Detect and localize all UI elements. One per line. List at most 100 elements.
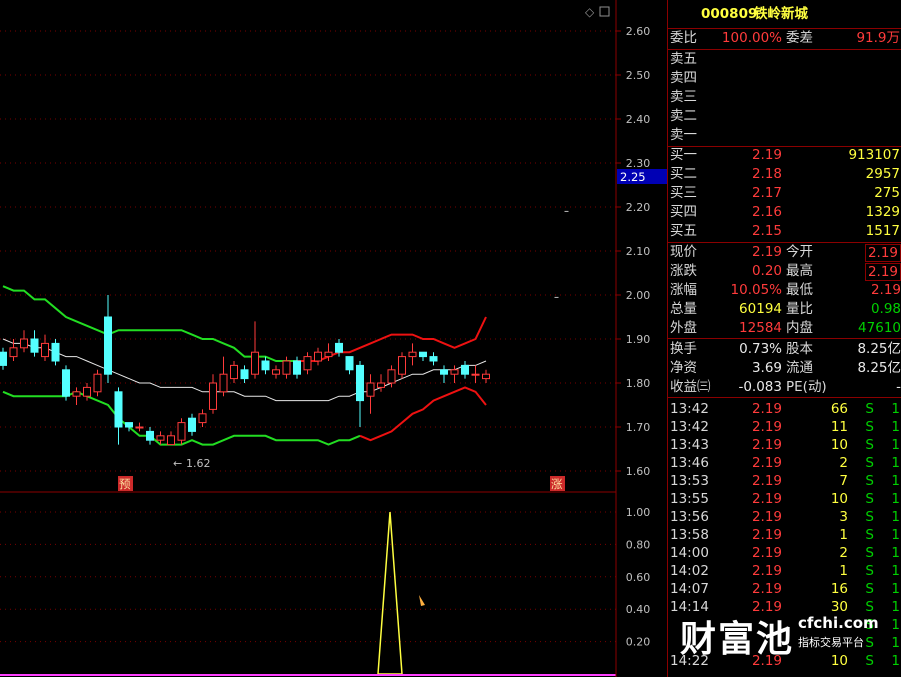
candle-up [282,360,291,375]
candle-down [419,351,427,358]
ask-row: 卖二 [668,107,901,126]
tick-row[interactable]: 14:00 2.19 2 S 1 [668,544,901,563]
price-chart[interactable]: 2.60 2.50 2.40 2.30 2.20 2.10 2.00 1.90 1.80 1.70… [0,0,667,677]
cursor-hand-icon [419,595,425,606]
tick-count: 1 [891,401,900,417]
indicator-tick-label: 1.00 [626,506,651,519]
stock-name: 铁岭新城 [754,6,808,22]
tick-row[interactable]: 13:42 2.19 11 S 1 [668,418,901,437]
candle-up [272,369,280,375]
quote-label: 现价 [670,244,697,260]
tick-time: 14:07 [670,581,709,597]
candle-up [20,338,28,349]
bid-row: 买四 2.16 1329 [668,203,901,222]
tick-price: 2.19 [751,419,782,435]
bid-label: 买五 [670,223,697,239]
candle-down [125,422,133,428]
window-toggle-icon[interactable] [599,6,610,17]
tick-row[interactable]: 14:07 2.19 16 S 1 [668,580,901,599]
quote-value-2: 0.98 [870,301,901,317]
tick-count: 1 [891,581,900,597]
tick-price: 2.19 [751,563,782,579]
tick-volume: 10 [830,437,848,453]
quote-label: 涨跌 [670,263,697,279]
candle-up [41,342,49,358]
tick-price: 2.19 [751,437,782,453]
quote-value-2: 47610 [858,320,901,336]
quote-row: 涨幅 10.05% 最低 2.19 [668,281,901,300]
quote-value-2: 8.25亿 [857,341,901,357]
candle-up [251,351,259,375]
price-tick-label: 2.60 [626,25,651,38]
tick-count: 1 [891,455,900,471]
price-axis: 2.60 2.50 2.40 2.30 2.20 2.10 2.00 1.90 1.80 1.70… [616,25,650,649]
bid-price: 2.19 [751,147,782,163]
quote-label-2: 量比 [786,301,813,317]
tick-row[interactable]: 13:58 2.19 1 S 1 [668,526,901,545]
order-ratio-label: 委比 [670,30,697,46]
quote-row: 涨跌 0.20 最高 2.19 [668,262,901,281]
ask-label: 卖四 [670,70,697,86]
tick-row[interactable]: 13:55 2.19 10 S 1 [668,490,901,509]
bid-price: 2.16 [751,204,782,220]
tick-side: S [865,545,874,561]
candle-up [377,382,385,388]
tick-count: 1 [891,419,900,435]
candle-down [62,369,70,397]
tick-side: S [865,419,874,435]
price-tick-label: 2.50 [626,69,651,82]
candle-up [471,373,480,376]
tick-time: 13:46 [670,455,709,471]
tick-time: 13:55 [670,491,709,507]
price-tick-label: 2.10 [626,245,651,258]
quote-value: 0.73% [739,341,782,357]
tick-side: S [865,455,874,471]
candle-down [293,360,301,375]
tick-time: 14:00 [670,545,709,561]
candle-up [314,351,322,362]
candle-down [345,356,354,371]
tick-row[interactable]: 13:42 2.19 66 S 1 [668,400,901,419]
marker-left: 预 [119,477,131,491]
candle-up [303,356,312,371]
tick-row[interactable]: 13:56 2.19 3 S 1 [668,508,901,527]
tick-time: 14:02 [670,563,709,579]
quote-label: 换手 [670,341,697,357]
tick-volume: 7 [839,473,848,489]
tick-volume: 2 [839,545,848,561]
tick-volume: 2 [839,455,848,471]
ask-row: 卖三 [668,88,901,107]
tick-row[interactable]: 13:46 2.19 2 S 1 [668,454,901,473]
watermark: 财富池 cfchi.com 指标交易平台 [680,608,900,668]
quote-label-2: 今开 [786,244,813,260]
tick-side: S [865,527,874,543]
tick-time: 13:53 [670,473,709,489]
watermark-brand: 财富池 [680,619,795,660]
quote-label-2: 最低 [786,282,813,298]
candle-down [0,351,7,366]
tick-volume: 11 [830,419,848,435]
low-annotation-arrow: ← [173,457,182,470]
tick-row[interactable]: 14:02 2.19 1 S 1 [668,562,901,581]
tick-volume: 66 [830,401,848,417]
tick-count: 1 [891,527,900,543]
ask-label: 卖二 [670,108,697,124]
tick-side: S [865,563,874,579]
candle-down [114,391,123,428]
bid-label: 买三 [670,185,697,201]
diamond-icon[interactable]: ◇ [585,5,595,19]
tick-row[interactable]: 13:43 2.19 10 S 1 [668,436,901,455]
tick-count: 1 [891,509,900,525]
tick-price: 2.19 [751,581,782,597]
tick-row[interactable]: 13:53 2.19 7 S 1 [668,472,901,491]
bid-row: 买三 2.17 275 [668,184,901,203]
quote-row: 收益㈢ -0.083 PE(动) - [668,378,901,397]
indicator-spike [377,511,403,675]
tick-price: 2.19 [751,455,782,471]
tick-volume: 10 [830,491,848,507]
candle-up [398,356,406,375]
candle-down [30,338,39,353]
bid-volume: 913107 [848,147,900,163]
price-tick-label: 2.40 [626,113,651,126]
ask-label: 卖五 [670,51,697,67]
